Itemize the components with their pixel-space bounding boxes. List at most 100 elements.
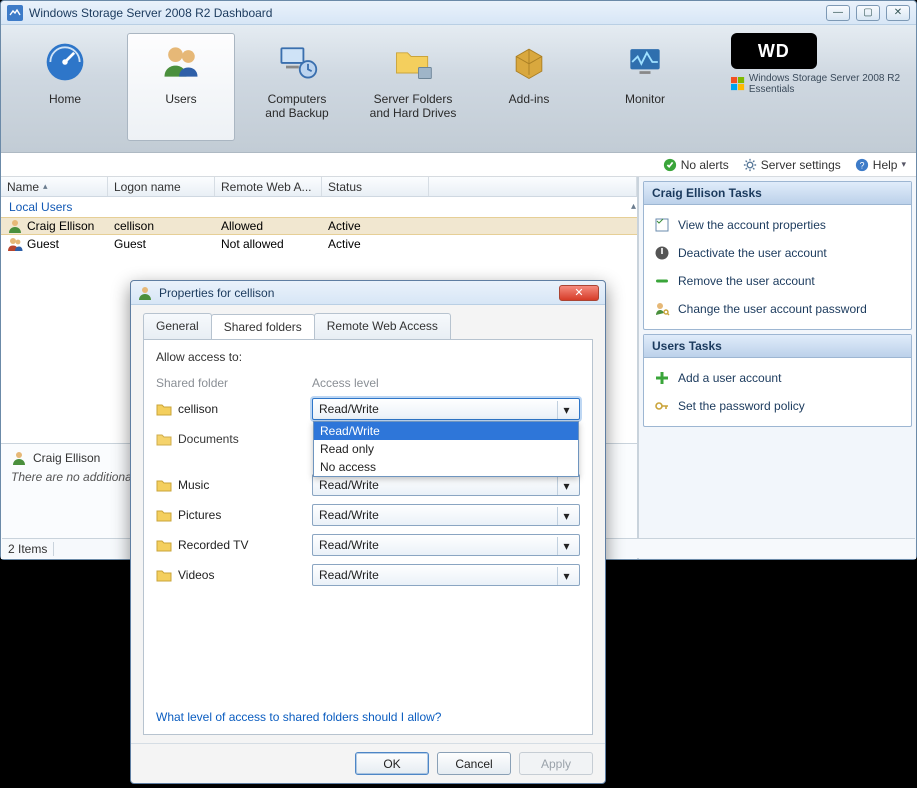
folder-name: Videos <box>178 568 214 582</box>
access-combo[interactable]: Read/Write ▾ <box>312 474 580 496</box>
combo-value: Read/Write <box>319 402 379 416</box>
folder-row: Videos Read/Write ▾ <box>156 560 580 590</box>
cell-logon: cellison <box>114 219 154 233</box>
ribbon-label: Home <box>49 92 81 106</box>
dialog-tabs: General Shared folders Remote Web Access <box>131 305 605 339</box>
users-tasks-panel: Users Tasks Add a user account Set the p… <box>643 334 912 427</box>
tasks-pane: Craig Ellison Tasks View the account pro… <box>638 177 916 559</box>
ribbon-home[interactable]: Home <box>11 33 119 141</box>
col-access-level: Access level <box>312 376 580 390</box>
check-circle-icon <box>663 158 677 172</box>
server-settings-link[interactable]: Server settings <box>743 158 841 172</box>
task-add-user[interactable]: Add a user account <box>648 364 907 392</box>
cell-logon: Guest <box>114 237 146 251</box>
task-remove[interactable]: Remove the user account <box>648 267 907 295</box>
chevron-down-icon: ▾ <box>557 507 575 525</box>
folder-icon <box>156 402 172 416</box>
close-button[interactable]: ✕ <box>886 5 910 21</box>
chevron-down-icon: ▾ <box>901 159 906 170</box>
titlebar: Windows Storage Server 2008 R2 Dashboard… <box>1 1 916 25</box>
ribbon-addins[interactable]: Add-ins <box>475 33 583 141</box>
apply-button: Apply <box>519 752 593 775</box>
user-icon <box>11 450 27 466</box>
dialog-buttons: OK Cancel Apply <box>131 743 605 783</box>
chevron-down-icon: ▾ <box>557 401 575 419</box>
ribbon-label: Monitor <box>625 92 665 106</box>
dropdown-option[interactable]: No access <box>314 458 578 476</box>
ribbon-label: Computers and Backup <box>265 92 328 120</box>
combo-value: Read/Write <box>319 508 379 522</box>
dialog-titlebar: Properties for cellison ✕ <box>131 281 605 305</box>
alerts-indicator[interactable]: No alerts <box>663 158 729 172</box>
status-strip: No alerts Server settings ? Help ▾ <box>1 153 916 177</box>
cell-status: Active <box>328 219 361 233</box>
user-tasks-title: Craig Ellison Tasks <box>644 182 911 205</box>
users-icon <box>157 38 205 86</box>
user-tasks-panel: Craig Ellison Tasks View the account pro… <box>643 181 912 330</box>
ribbon-users[interactable]: Users <box>127 33 235 141</box>
chevron-down-icon: ▾ <box>557 477 575 495</box>
combo-value: Read/Write <box>319 478 379 492</box>
dropdown-option[interactable]: Read/Write <box>314 422 578 440</box>
user-row[interactable]: Craig Ellison cellison Allowed Active <box>1 217 637 235</box>
computer-backup-icon <box>273 38 321 86</box>
properties-icon <box>654 217 670 233</box>
dialog-close-button[interactable]: ✕ <box>559 285 599 301</box>
col-status[interactable]: Status <box>322 177 429 196</box>
tab-shared-folders[interactable]: Shared folders <box>211 314 315 340</box>
folders-drives-icon <box>389 38 437 86</box>
task-view-properties[interactable]: View the account properties <box>648 211 907 239</box>
task-password-policy[interactable]: Set the password policy <box>648 392 907 420</box>
task-label: Remove the user account <box>678 274 815 288</box>
chevron-down-icon: ▾ <box>557 537 575 555</box>
task-change-password[interactable]: Change the user account password <box>648 295 907 323</box>
folder-row: Recorded TV Read/Write ▾ <box>156 530 580 560</box>
tab-remote-web[interactable]: Remote Web Access <box>314 313 451 339</box>
col-name[interactable]: Name <box>1 177 108 196</box>
window-title: Windows Storage Server 2008 R2 Dashboard <box>29 6 272 20</box>
brand-area: WD Windows Storage Server 2008 R2 Essent… <box>731 33 900 95</box>
access-dropdown: Read/Write Read only No access <box>313 421 579 477</box>
ribbon-computers[interactable]: Computers and Backup <box>243 33 351 141</box>
folder-name: Documents <box>178 432 239 446</box>
access-combo[interactable]: Read/Write ▾ <box>312 534 580 556</box>
task-label: Add a user account <box>678 371 781 385</box>
ribbon-label: Server Folders and Hard Drives <box>370 92 457 120</box>
maximize-button[interactable]: ▢ <box>856 5 880 21</box>
task-label: Deactivate the user account <box>678 246 827 260</box>
ribbon-monitor[interactable]: Monitor <box>591 33 699 141</box>
dropdown-option[interactable]: Read only <box>314 440 578 458</box>
ok-button[interactable]: OK <box>355 752 429 775</box>
help-link[interactable]: ? Help ▾ <box>855 158 906 172</box>
box-icon <box>505 38 553 86</box>
grid-header: Name Logon name Remote Web A... Status <box>1 177 637 197</box>
col-spacer <box>429 177 637 196</box>
access-combo[interactable]: Read/Write ▾ <box>312 504 580 526</box>
task-deactivate[interactable]: Deactivate the user account <box>648 239 907 267</box>
alerts-label: No alerts <box>681 158 729 172</box>
access-combo[interactable]: Read/Write ▾ Read/Write Read only No acc… <box>312 398 580 420</box>
group-local-users[interactable]: Local Users <box>1 197 637 217</box>
windows-flag-icon <box>731 77 745 91</box>
tab-general[interactable]: General <box>143 313 212 339</box>
user-row[interactable]: Guest Guest Not allowed Active <box>1 235 637 253</box>
col-remote-web[interactable]: Remote Web A... <box>215 177 322 196</box>
folder-icon <box>156 538 172 552</box>
task-label: Change the user account password <box>678 302 867 316</box>
users-tasks-title: Users Tasks <box>644 335 911 358</box>
cancel-button[interactable]: Cancel <box>437 752 511 775</box>
shared-folders-page: Allow access to: Shared folder Access le… <box>143 339 593 735</box>
help-icon: ? <box>855 158 869 172</box>
combo-value: Read/Write <box>319 568 379 582</box>
gauge-icon <box>41 38 89 86</box>
plus-icon <box>654 370 670 386</box>
minimize-button[interactable]: — <box>826 5 850 21</box>
key-icon <box>654 398 670 414</box>
access-combo[interactable]: Read/Write ▾ <box>312 564 580 586</box>
help-label: Help <box>873 158 898 172</box>
ribbon-folders[interactable]: Server Folders and Hard Drives <box>359 33 467 141</box>
col-logon[interactable]: Logon name <box>108 177 215 196</box>
scroll-up-icon[interactable]: ▴ <box>631 201 636 212</box>
chevron-down-icon: ▾ <box>557 567 575 585</box>
help-link[interactable]: What level of access to shared folders s… <box>156 710 441 724</box>
